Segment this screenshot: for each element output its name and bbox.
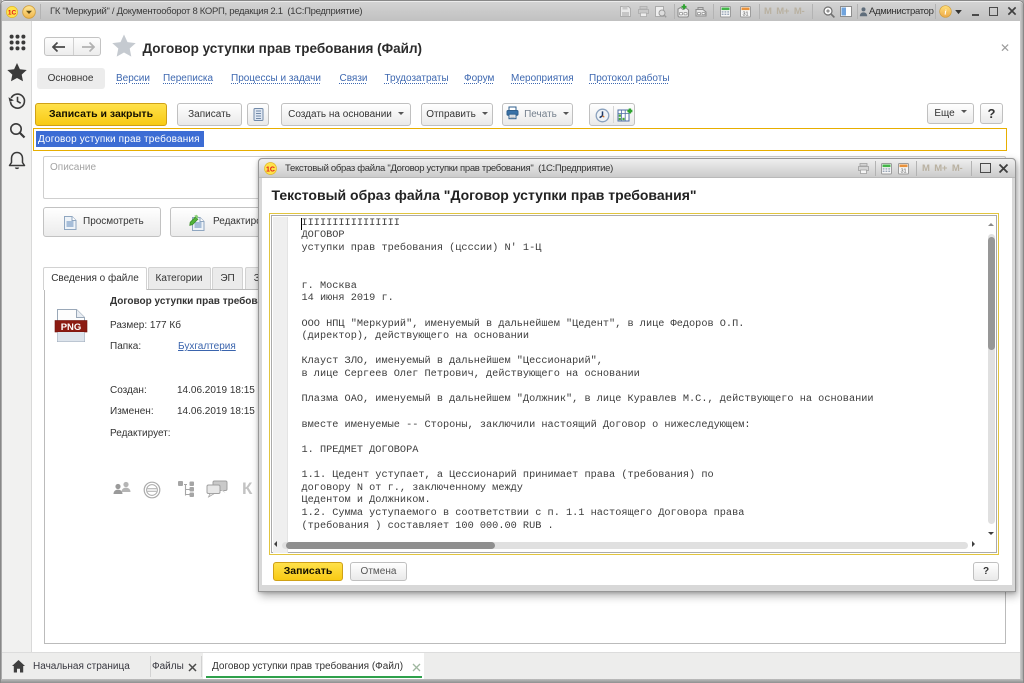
svg-text:1C: 1C: [266, 166, 275, 173]
svg-text:1C: 1C: [8, 10, 17, 17]
svg-text:PNG: PNG: [61, 322, 82, 333]
svg-text:31: 31: [900, 168, 906, 174]
svg-text:31: 31: [742, 11, 748, 17]
